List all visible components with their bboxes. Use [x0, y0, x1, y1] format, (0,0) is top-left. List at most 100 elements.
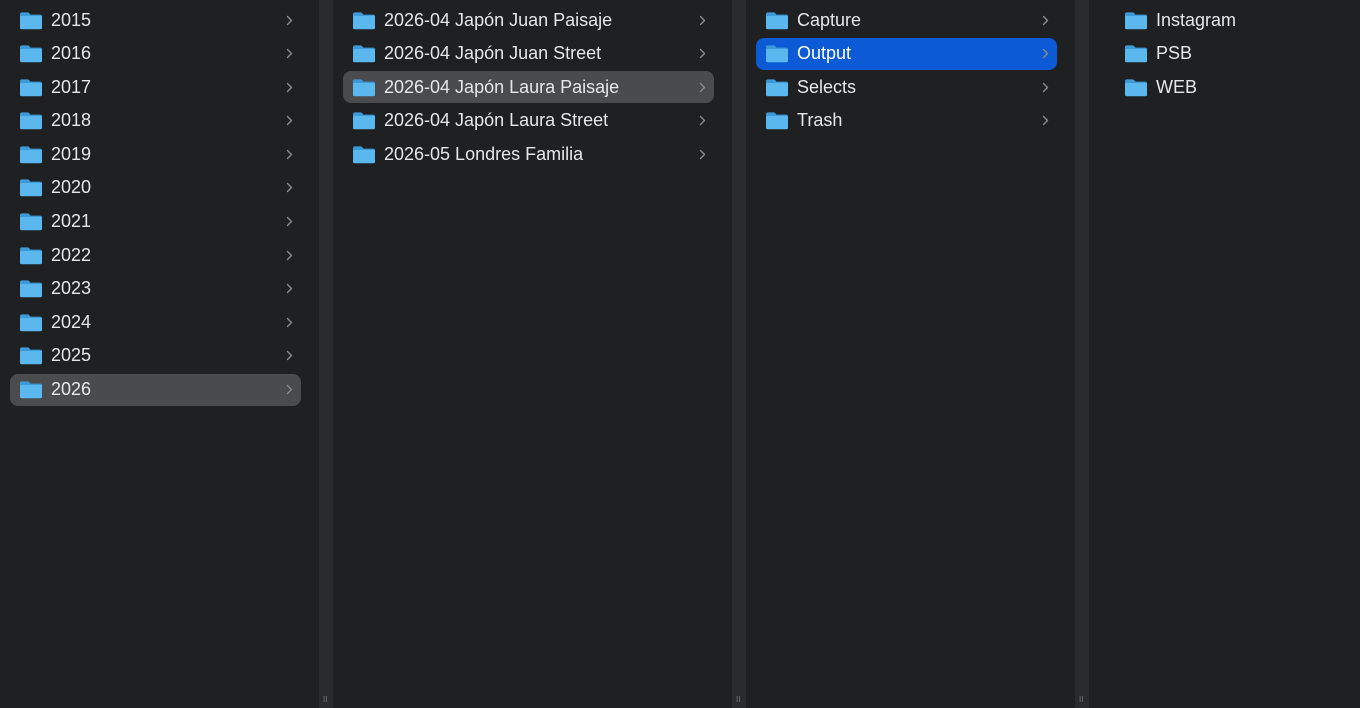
chevron-right-icon [286, 105, 293, 137]
folder-row[interactable]: 2019 [10, 138, 301, 170]
folder-name: 2020 [51, 177, 92, 198]
folder-row[interactable]: 2016 [10, 38, 301, 70]
folder-icon [19, 313, 43, 332]
folder-icon [19, 145, 43, 164]
column-subfolders[interactable]: Capture Output Selects Trash [746, 0, 1075, 708]
folder-name: 2026-04 Japón Juan Street [384, 43, 602, 64]
folder-icon [1124, 78, 1148, 97]
folder-name: Trash [797, 110, 843, 131]
chevron-right-icon [286, 4, 293, 36]
folder-row[interactable]: 2026-04 Japón Juan Street [343, 38, 714, 70]
chevron-right-icon [1042, 4, 1049, 36]
folder-row[interactable]: 2024 [10, 306, 301, 338]
folder-name: 2026 [51, 379, 92, 400]
folder-row[interactable]: Instagram [1115, 4, 1342, 36]
chevron-right-icon [699, 71, 706, 103]
column-projects[interactable]: 2026-04 Japón Juan Paisaje 2026-04 Japón … [333, 0, 732, 708]
folder-row[interactable]: 2026-04 Japón Laura Street [343, 105, 714, 137]
chevron-right-icon [286, 138, 293, 170]
column-resize-grip-icon[interactable]: ll [1079, 696, 1085, 704]
folder-list-subfolders: Capture Output Selects Trash [756, 4, 1057, 138]
folder-row[interactable]: Output [756, 37, 1057, 70]
folder-name: 2026-04 Japón Juan Paisaje [384, 9, 613, 30]
folder-name: 2026-04 Japón Laura Paisaje [384, 76, 620, 97]
folder-name: 2016 [51, 43, 92, 64]
folder-row[interactable]: PSB [1115, 38, 1342, 70]
folder-name: Instagram [1156, 9, 1237, 30]
folder-name: 2015 [51, 9, 92, 30]
folder-icon [19, 44, 43, 63]
chevron-right-icon [1042, 38, 1049, 70]
chevron-right-icon [286, 374, 293, 406]
chevron-right-icon [286, 273, 293, 305]
folder-icon [19, 246, 43, 265]
chevron-right-icon [286, 306, 293, 338]
column-divider[interactable]: ll [319, 0, 333, 708]
folder-icon [19, 11, 43, 30]
folder-icon [1124, 11, 1148, 30]
folder-list-output-contents: Instagram PSB WEB [1115, 4, 1342, 105]
chevron-right-icon [699, 138, 706, 170]
folder-icon [352, 11, 376, 30]
folder-name: Selects [797, 76, 857, 97]
folder-icon [765, 11, 789, 30]
folder-icon [19, 178, 43, 197]
folder-row[interactable]: 2026-04 Japón Laura Paisaje [343, 71, 714, 104]
folder-row[interactable]: WEB [1115, 71, 1342, 103]
folder-icon [19, 212, 43, 231]
folder-icon [19, 78, 43, 97]
folder-row[interactable]: Trash [756, 105, 1057, 137]
folder-row[interactable]: 2025 [10, 340, 301, 372]
folder-name: 2019 [51, 143, 92, 164]
folder-icon [19, 380, 43, 399]
folder-name: 2025 [51, 345, 92, 366]
folder-name: 2017 [51, 76, 92, 97]
folder-icon [19, 279, 43, 298]
folder-row[interactable]: 2021 [10, 206, 301, 238]
folder-name: 2022 [51, 244, 92, 265]
chevron-right-icon [286, 239, 293, 271]
column-browser: 2015 2016 2017 2018 2019 2020 2021 2022 2023 2024… [0, 0, 1360, 708]
chevron-right-icon [286, 206, 293, 238]
chevron-right-icon [1042, 105, 1049, 137]
folder-row[interactable]: 2020 [10, 172, 301, 204]
chevron-right-icon [699, 105, 706, 137]
chevron-right-icon [699, 4, 706, 36]
folder-name: 2021 [51, 211, 92, 232]
folder-name: PSB [1156, 43, 1193, 64]
folder-row[interactable]: 2015 [10, 4, 301, 36]
folder-row[interactable]: 2022 [10, 239, 301, 271]
folder-name: 2023 [51, 278, 92, 299]
column-resize-grip-icon[interactable]: ll [323, 696, 329, 704]
folder-row[interactable]: Capture [756, 4, 1057, 36]
folder-icon [19, 346, 43, 365]
chevron-right-icon [286, 172, 293, 204]
folder-icon [765, 111, 789, 130]
column-divider[interactable]: ll [732, 0, 746, 708]
folder-row[interactable]: 2026-05 Londres Familia [343, 138, 714, 170]
column-divider[interactable]: ll [1075, 0, 1089, 708]
column-years[interactable]: 2015 2016 2017 2018 2019 2020 2021 2022 2023 2024… [0, 0, 319, 708]
chevron-right-icon [1042, 71, 1049, 103]
folder-name: 2018 [51, 110, 92, 131]
folder-list-projects: 2026-04 Japón Juan Paisaje 2026-04 Japón … [343, 4, 714, 172]
folder-row[interactable]: Selects [756, 71, 1057, 103]
folder-row[interactable]: 2026-04 Japón Juan Paisaje [343, 4, 714, 36]
folder-row[interactable]: 2026 [10, 373, 301, 406]
folder-icon [352, 111, 376, 130]
folder-name: 2026-04 Japón Laura Street [384, 110, 609, 131]
chevron-right-icon [286, 38, 293, 70]
folder-row[interactable]: 2023 [10, 273, 301, 305]
folder-name: 2026-05 Londres Familia [384, 143, 584, 164]
chevron-right-icon [699, 38, 706, 70]
folder-row[interactable]: 2018 [10, 105, 301, 137]
folder-icon [352, 145, 376, 164]
folder-icon [352, 78, 376, 97]
column-output-contents[interactable]: Instagram PSB WEB [1089, 0, 1360, 708]
folder-row[interactable]: 2017 [10, 71, 301, 103]
folder-name: 2024 [51, 311, 92, 332]
folder-icon [19, 111, 43, 130]
folder-name: Capture [797, 9, 862, 30]
column-resize-grip-icon[interactable]: ll [736, 696, 742, 704]
folder-list-years: 2015 2016 2017 2018 2019 2020 2021 2022 2023 2024… [10, 4, 301, 407]
